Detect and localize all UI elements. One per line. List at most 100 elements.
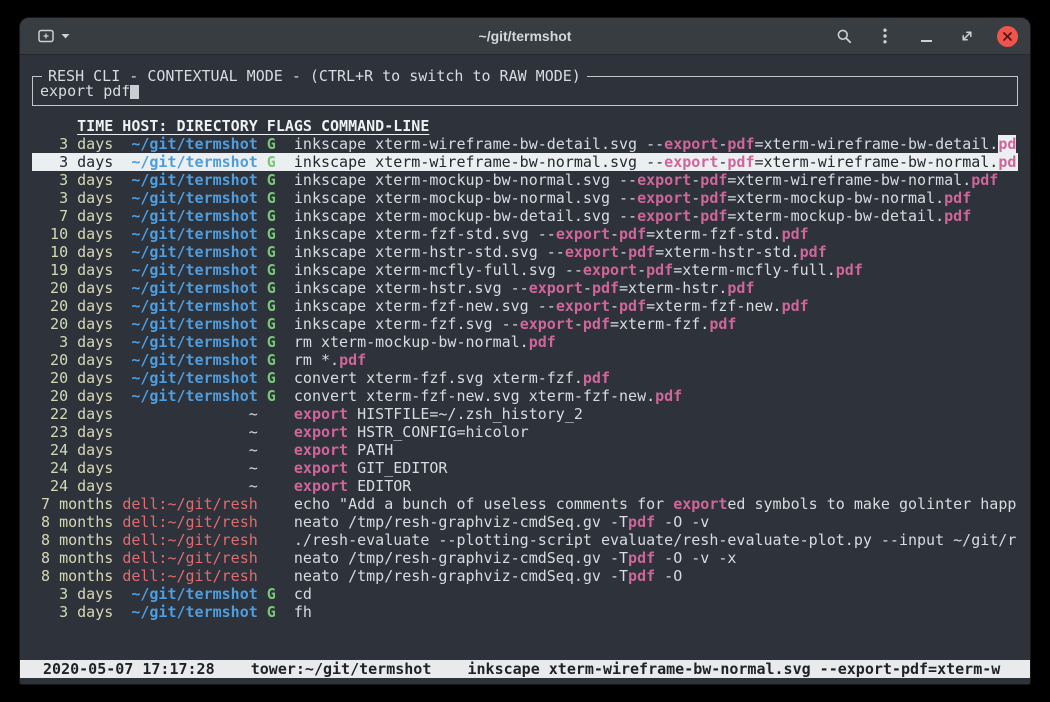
row-flags xyxy=(258,495,294,513)
row-time: 10 days xyxy=(32,243,113,261)
row-flags: G xyxy=(258,261,294,279)
row-host-directory: dell:~/git/resh xyxy=(122,531,257,549)
row-host-directory: ~ xyxy=(122,441,257,459)
row-time: 10 days xyxy=(32,225,113,243)
menu-button[interactable] xyxy=(874,24,896,48)
history-row[interactable]: 8 months dell:~/git/resh neato /tmp/resh… xyxy=(32,567,1018,585)
history-row[interactable]: 7 days ~/git/termshot G inkscape xterm-m… xyxy=(32,207,1018,225)
row-host-directory: dell:~/git/resh xyxy=(122,549,257,567)
row-time: 3 days xyxy=(32,585,113,603)
match-highlight: pdf xyxy=(709,315,736,333)
match-highlight: export xyxy=(637,207,691,225)
row-host-directory: ~ xyxy=(122,405,257,423)
row-command: rm xterm-mockup-bw-normal.pdf xyxy=(294,333,556,351)
row-command: rm *.pdf xyxy=(294,351,366,369)
history-row[interactable]: 8 months dell:~/git/resh ./resh-evaluate… xyxy=(32,531,1018,549)
row-command: fh xyxy=(294,603,312,621)
history-row[interactable]: 10 days ~/git/termshot G inkscape xterm-… xyxy=(32,243,1018,261)
row-host-directory: ~/git/termshot xyxy=(122,279,257,297)
row-flags xyxy=(258,405,294,423)
match-highlight: export xyxy=(294,459,348,477)
match-highlight: export xyxy=(294,405,348,423)
row-time: 8 months xyxy=(32,567,113,585)
match-highlight: pdf xyxy=(700,189,727,207)
history-row[interactable]: 10 days ~/git/termshot G inkscape xterm-… xyxy=(32,225,1018,243)
history-row[interactable]: 3 days ~/git/termshot G inkscape xterm-m… xyxy=(32,171,1018,189)
match-highlight: pdf xyxy=(583,369,610,387)
row-flags: G xyxy=(258,243,294,261)
match-highlight: pdf xyxy=(339,351,366,369)
new-tab-icon xyxy=(38,29,54,43)
match-highlight-truncated: pd xyxy=(998,135,1016,153)
match-highlight: pdf xyxy=(727,135,754,153)
history-row[interactable]: 3 days ~/git/termshot G cd xyxy=(32,585,1018,603)
row-host-directory: ~/git/termshot xyxy=(122,225,257,243)
row-time: 20 days xyxy=(32,279,113,297)
match-highlight: pdf xyxy=(619,297,646,315)
match-highlight: pdf xyxy=(655,387,682,405)
table-header-underline: TIME HOST: DIRECTORY FLAGS COMMAND-LINE xyxy=(77,117,429,135)
match-highlight: pdf xyxy=(836,261,863,279)
history-row[interactable]: 20 days ~/git/termshot G inkscape xterm-… xyxy=(32,297,1018,315)
history-list: 3 days ~/git/termshot G inkscape xterm-w… xyxy=(32,135,1018,621)
row-command: neato /tmp/resh-graphviz-cmdSeq.gv -Tpdf… xyxy=(294,567,682,585)
row-command: ./resh-evaluate --plotting-script evalua… xyxy=(294,531,1016,549)
match-highlight-truncated: pd xyxy=(998,153,1016,171)
row-time: 8 months xyxy=(32,531,113,549)
row-host-directory: ~/git/termshot xyxy=(122,369,257,387)
history-row[interactable]: 3 days ~/git/termshot G inkscape xterm-w… xyxy=(32,135,1018,153)
history-row[interactable]: 23 days ~ export HSTR_CONFIG=hicolor xyxy=(32,423,1018,441)
row-flags: G xyxy=(258,585,294,603)
row-host-directory: ~/git/termshot xyxy=(122,603,257,621)
search-button[interactable] xyxy=(833,24,855,48)
match-highlight: pdf xyxy=(619,225,646,243)
history-row[interactable]: 8 months dell:~/git/resh neato /tmp/resh… xyxy=(32,549,1018,567)
restore-button[interactable] xyxy=(956,24,978,48)
history-row[interactable]: 24 days ~ export EDITOR xyxy=(32,477,1018,495)
match-highlight: pdf xyxy=(529,333,556,351)
row-flags: G xyxy=(258,297,294,315)
match-highlight: pdf xyxy=(646,261,673,279)
history-row[interactable]: 22 days ~ export HISTFILE=~/.zsh_history… xyxy=(32,405,1018,423)
text-cursor-block xyxy=(130,83,139,99)
row-time: 3 days xyxy=(32,171,113,189)
row-command: export HSTR_CONFIG=hicolor xyxy=(294,423,529,441)
history-row[interactable]: 20 days ~/git/termshot G inkscape xterm-… xyxy=(32,315,1018,333)
row-flags: G xyxy=(258,225,294,243)
minimize-button[interactable] xyxy=(915,24,937,48)
row-command: inkscape xterm-hstr.svg --export-pdf=xte… xyxy=(294,279,755,297)
titlebar[interactable]: ~/git/termshot xyxy=(20,18,1030,55)
match-highlight: export xyxy=(520,315,574,333)
restore-icon xyxy=(960,29,974,43)
match-highlight: export xyxy=(664,135,718,153)
row-host-directory: ~ xyxy=(122,423,257,441)
history-row[interactable]: 20 days ~/git/termshot G rm *.pdf xyxy=(32,351,1018,369)
row-flags: G xyxy=(258,333,294,351)
history-row[interactable]: 8 months dell:~/git/resh neato /tmp/resh… xyxy=(32,513,1018,531)
row-flags xyxy=(258,549,294,567)
history-row[interactable]: 24 days ~ export PATH xyxy=(32,441,1018,459)
close-button[interactable] xyxy=(997,26,1018,47)
history-row[interactable]: 20 days ~/git/termshot G convert xterm-f… xyxy=(32,369,1018,387)
match-highlight: pdf xyxy=(700,171,727,189)
row-command: inkscape xterm-wireframe-bw-detail.svg -… xyxy=(294,135,1016,153)
history-row[interactable]: 20 days ~/git/termshot G inkscape xterm-… xyxy=(32,279,1018,297)
row-time: 20 days xyxy=(32,387,113,405)
history-row[interactable]: 24 days ~ export GIT_EDITOR xyxy=(32,459,1018,477)
row-host-directory: ~/git/termshot xyxy=(122,261,257,279)
row-flags: G xyxy=(258,279,294,297)
history-row[interactable]: 7 months dell:~/git/resh echo "Add a bun… xyxy=(32,495,1018,513)
row-time: 3 days xyxy=(32,189,113,207)
history-row[interactable]: 3 days ~/git/termshot G inkscape xterm-m… xyxy=(32,189,1018,207)
search-box[interactable]: RESH CLI - CONTEXTUAL MODE - (CTRL+R to … xyxy=(32,76,1018,106)
history-row[interactable]: 3 days ~/git/termshot G fh xyxy=(32,603,1018,621)
history-row[interactable]: 20 days ~/git/termshot G convert xterm-f… xyxy=(32,387,1018,405)
row-flags xyxy=(258,423,294,441)
match-highlight: export xyxy=(673,495,727,513)
new-tab-button[interactable] xyxy=(32,25,76,47)
history-row[interactable]: 19 days ~/git/termshot G inkscape xterm-… xyxy=(32,261,1018,279)
history-row-selected[interactable]: 3 days ~/git/termshot G inkscape xterm-w… xyxy=(32,153,1018,171)
row-host-directory: ~/git/termshot xyxy=(122,351,257,369)
history-row[interactable]: 3 days ~/git/termshot G rm xterm-mockup-… xyxy=(32,333,1018,351)
match-highlight: pdf xyxy=(944,189,971,207)
